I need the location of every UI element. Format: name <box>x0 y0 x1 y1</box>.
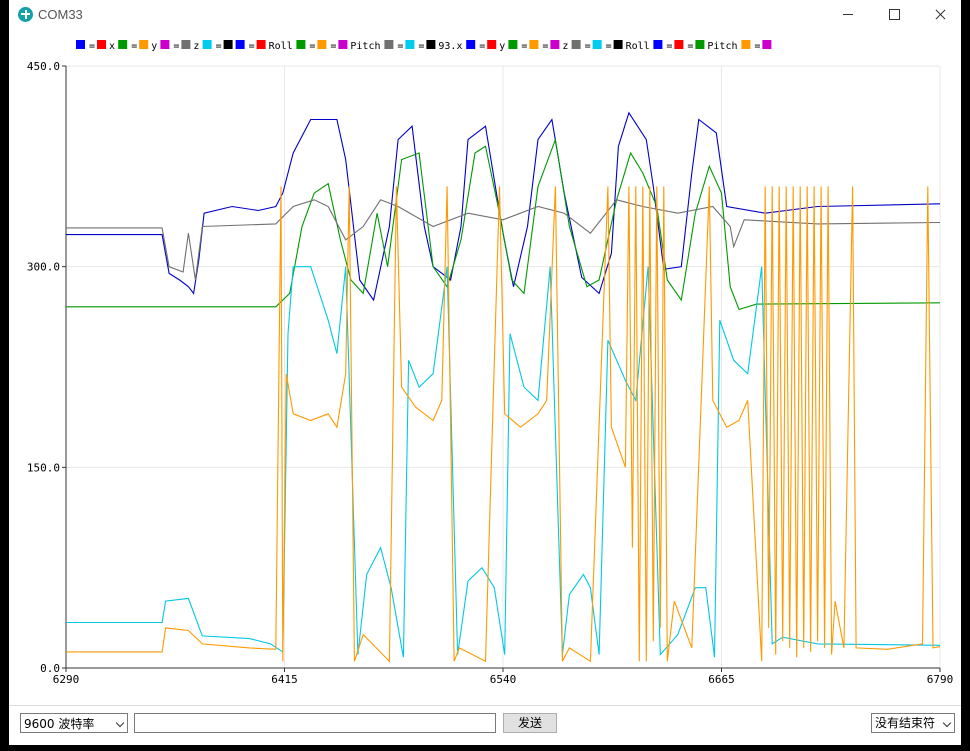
legend-swatch <box>160 40 170 49</box>
legend-swatch <box>695 40 705 49</box>
legend-swatch <box>674 40 684 49</box>
legend-equals: = <box>585 41 591 52</box>
legend-swatch <box>592 40 602 49</box>
legend-swatch <box>317 40 327 49</box>
legend-swatch <box>653 40 663 49</box>
legend-label: y <box>499 41 505 52</box>
x-tick-label: 6540 <box>490 673 517 686</box>
legend-swatch <box>405 40 415 49</box>
legend-equals: = <box>687 41 693 52</box>
legend-equals: = <box>606 41 612 52</box>
legend-equals: = <box>479 41 485 52</box>
close-button[interactable] <box>917 0 963 30</box>
baud-rate-select[interactable]: 9600 波特率 <box>20 713 128 733</box>
legend-swatch <box>118 40 128 49</box>
legend-swatch <box>508 40 518 49</box>
maximize-button[interactable] <box>871 0 917 30</box>
legend-label: y <box>151 41 157 52</box>
legend-label: Pitch <box>350 41 380 52</box>
arduino-icon <box>18 7 33 22</box>
x-tick-label: 6665 <box>708 673 735 686</box>
baud-rate-value: 9600 波特率 <box>24 717 95 731</box>
legend-label: z <box>193 41 199 52</box>
y-tick-label: 150.0 <box>27 461 60 474</box>
legend-label: Pitch <box>707 41 737 52</box>
legend-swatch <box>762 40 772 49</box>
legend-swatch <box>256 40 266 49</box>
send-button[interactable]: 发送 <box>503 713 557 733</box>
legend-equals: = <box>131 41 137 52</box>
send-input[interactable] <box>134 713 496 733</box>
x-tick-label: 6415 <box>271 673 298 686</box>
legend-swatch <box>571 40 581 49</box>
legend-swatch <box>76 40 85 49</box>
legend-equals: = <box>397 41 403 52</box>
legend-equals: = <box>309 41 315 52</box>
legend-swatch <box>529 40 539 49</box>
legend-swatch <box>139 40 149 49</box>
legend-label: Roll <box>269 41 293 52</box>
line-ending-select[interactable]: 没有结束符 <box>871 713 955 733</box>
legend-swatch <box>384 40 394 49</box>
title-bar: COM33 <box>9 0 961 30</box>
y-tick-label: 450.0 <box>27 60 60 73</box>
legend-equals: = <box>249 41 255 52</box>
legend-equals: = <box>330 41 336 52</box>
legend-equals: = <box>521 41 527 52</box>
legend-equals: = <box>666 41 672 52</box>
window-title: COM33 <box>38 7 83 22</box>
chevron-down-icon <box>115 718 125 728</box>
minimize-button[interactable] <box>825 0 871 30</box>
legend-equals: = <box>754 41 760 52</box>
legend-swatch <box>338 40 348 49</box>
plot-chart: 0.0150.0300.0450.06290 6415 6540 6665 6790= x… <box>27 40 954 686</box>
legend-swatch <box>426 40 436 49</box>
legend-equals: = <box>216 41 222 52</box>
legend-swatch <box>487 40 497 49</box>
legend-label: Roll <box>626 41 650 52</box>
legend-swatch <box>97 40 106 49</box>
legend-label: z <box>562 41 568 52</box>
line-ending-value: 没有结束符 <box>875 716 936 730</box>
legend-label: 93.x <box>438 41 462 52</box>
chevron-down-icon <box>942 718 952 728</box>
legend-swatch <box>181 40 191 49</box>
legend-equals: = <box>418 41 424 52</box>
legend-swatch <box>223 40 233 49</box>
legend-swatch <box>296 40 306 49</box>
legend-swatch <box>466 40 476 49</box>
x-tick-label: 6790 <box>927 673 954 686</box>
serial-plotter-window: COM33 0.0 150.0 300.0 450.0 6290 6415 6540 6665… <box>9 0 961 745</box>
legend-swatch <box>613 40 623 49</box>
legend-swatch <box>741 40 751 49</box>
legend-equals: = <box>89 41 95 52</box>
y-tick-label: 300.0 <box>27 261 60 274</box>
legend-equals: = <box>173 41 179 52</box>
x-tick-label: 6290 <box>53 673 80 686</box>
legend-swatch <box>235 40 245 49</box>
legend-swatch <box>550 40 560 49</box>
legend-equals: = <box>542 41 548 52</box>
legend-swatch <box>202 40 212 49</box>
legend-label: x <box>109 41 115 52</box>
bottom-toolbar: 9600 波特率 发送 没有结束符 <box>9 705 961 745</box>
